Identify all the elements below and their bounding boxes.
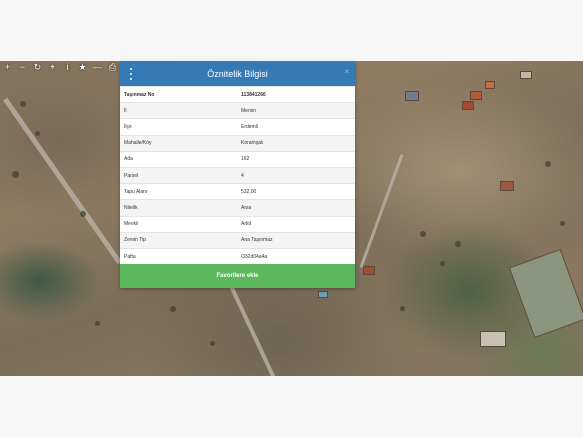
tree (95, 321, 100, 326)
attribute-value: O32d04a4a (237, 247, 355, 265)
table-row: Ada 162 (120, 150, 355, 168)
attribute-key: Tapu Alanı (120, 183, 237, 200)
tree (12, 171, 19, 178)
building (462, 101, 474, 110)
attribute-value: 162 (237, 150, 355, 168)
table-row: Parsel 4 (120, 166, 355, 184)
dialog-header: Öznitelik Bilgisi × (120, 62, 355, 86)
attribute-value: Arkit (237, 215, 355, 233)
locate-icon[interactable]: ⌖ (45, 61, 60, 74)
star-icon[interactable]: ★ (75, 61, 90, 74)
refresh-icon[interactable]: ↻ (30, 61, 45, 74)
table-row: Mevkii Arkit (120, 215, 355, 233)
building (318, 291, 328, 298)
attribute-value: Arsa (237, 199, 355, 216)
table-row: Mahalle/Köy Koramşalı (120, 134, 355, 152)
tree (400, 306, 405, 311)
tree (420, 231, 426, 237)
building (485, 81, 495, 89)
attribute-key: Zemin Tip (120, 231, 237, 249)
attribute-key: Pafta (120, 247, 237, 265)
attribute-table: Taşınmaz No 113841266 İl Mersin İlçe Erd… (120, 85, 355, 265)
minus-icon[interactable]: − (15, 61, 30, 74)
attribute-value: 532,00 (237, 183, 355, 200)
page: + − ↻ ⌖ i ★ — ⎙ Öznitelik Bilgisi × Taşı… (0, 0, 583, 437)
attribute-value: 113841266 (237, 85, 355, 103)
building (480, 331, 506, 347)
tree (455, 241, 461, 247)
tree (20, 101, 26, 107)
table-row: İl Mersin (120, 102, 355, 119)
attribute-key: İlçe (120, 118, 237, 136)
table-row: Pafta O32d04a4a (120, 247, 355, 265)
tree (35, 131, 40, 136)
add-to-favorites-button[interactable]: Favorilere ekle (120, 264, 355, 288)
building (405, 91, 419, 101)
tree (560, 221, 565, 226)
attribute-value: 4 (237, 166, 355, 184)
building (363, 266, 375, 275)
building (500, 181, 514, 191)
table-row: Nitelik Arsa (120, 199, 355, 216)
table-row: Taşınmaz No 113841266 (120, 85, 355, 103)
attribute-value: Erdemli (237, 118, 355, 136)
attribute-value: Mersin (237, 102, 355, 119)
attribute-key: Parsel (120, 166, 237, 184)
table-row: Zemin Tip Ana Taşınmaz (120, 231, 355, 249)
building (470, 91, 482, 100)
attribute-value: Ana Taşınmaz (237, 231, 355, 249)
attribute-value: Koramşalı (237, 134, 355, 152)
tree (210, 341, 215, 346)
greenhouse (508, 248, 583, 339)
dialog-title: Öznitelik Bilgisi (207, 69, 268, 79)
table-row: Tapu Alanı 532,00 (120, 183, 355, 200)
attribute-key: Mahalle/Köy (120, 134, 237, 152)
map-road (359, 154, 404, 268)
plus-icon[interactable]: + (0, 61, 15, 74)
tree (80, 211, 86, 217)
print-icon[interactable]: ⎙ (105, 61, 120, 74)
measure-icon[interactable]: — (90, 61, 105, 74)
attribute-key: İl (120, 102, 237, 119)
tree (170, 306, 176, 312)
table-row: İlçe Erdemli (120, 118, 355, 136)
tree (440, 261, 445, 266)
attribute-key: Ada (120, 150, 237, 168)
info-icon[interactable]: i (60, 61, 75, 74)
close-icon[interactable]: × (344, 67, 349, 76)
attribute-key: Taşınmaz No (120, 85, 237, 103)
map-road (3, 97, 122, 265)
more-vertical-icon[interactable] (127, 67, 135, 81)
attribute-key: Mevkii (120, 215, 237, 233)
attribute-info-dialog: Öznitelik Bilgisi × Taşınmaz No 11384126… (120, 62, 355, 288)
attribute-key: Nitelik (120, 199, 237, 216)
tree (545, 161, 551, 167)
